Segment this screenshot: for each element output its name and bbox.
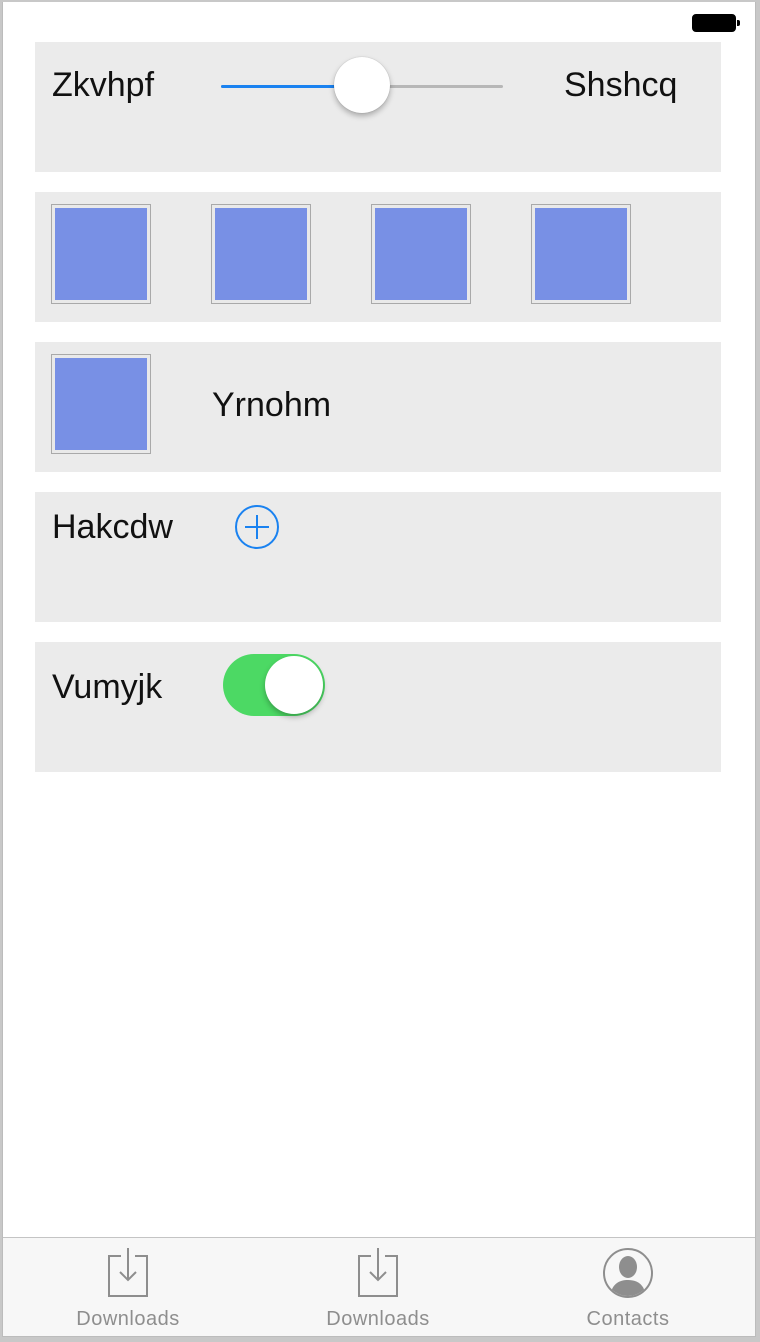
image-tiles-card bbox=[35, 192, 721, 322]
image-tile[interactable] bbox=[51, 354, 151, 454]
toggle-knob bbox=[265, 656, 323, 714]
add-card: Hakcdw bbox=[35, 492, 721, 622]
downloads-icon bbox=[108, 1248, 148, 1297]
contacts-icon bbox=[603, 1248, 653, 1298]
tab-downloads-2[interactable]: Downloads bbox=[253, 1238, 503, 1336]
toggle-switch[interactable] bbox=[223, 654, 325, 716]
slider-min-label: Zkvhpf bbox=[52, 66, 155, 104]
add-row-label: Hakcdw bbox=[52, 508, 173, 546]
tab-contacts[interactable]: Contacts bbox=[503, 1238, 753, 1336]
image-placeholder bbox=[55, 208, 147, 300]
tab-bar: Downloads Downloads Contacts bbox=[3, 1237, 755, 1336]
image-placeholder bbox=[535, 208, 627, 300]
image-row-label: Yrnohm bbox=[212, 386, 332, 424]
tab-label: Downloads bbox=[76, 1308, 180, 1330]
image-placeholder bbox=[375, 208, 467, 300]
slider-card: Zkvhpf Shshcq bbox=[35, 42, 721, 172]
slider-max-label: Shshcq bbox=[564, 66, 678, 104]
add-circle-icon[interactable] bbox=[235, 505, 279, 549]
battery-icon bbox=[692, 14, 740, 32]
phone-screen: Zkvhpf Shshcq Yrnohm Hakcdw Vumyjk Downl… bbox=[2, 2, 756, 1337]
downloads-icon bbox=[358, 1248, 398, 1297]
tab-label: Contacts bbox=[586, 1308, 670, 1330]
image-tile[interactable] bbox=[51, 204, 151, 304]
tab-downloads[interactable]: Downloads bbox=[3, 1238, 253, 1336]
image-tile[interactable] bbox=[371, 204, 471, 304]
image-placeholder bbox=[55, 358, 147, 450]
image-placeholder bbox=[215, 208, 307, 300]
image-label-card: Yrnohm bbox=[35, 342, 721, 472]
image-tile[interactable] bbox=[211, 204, 311, 304]
slider-thumb[interactable] bbox=[334, 57, 390, 113]
tab-label: Downloads bbox=[326, 1308, 430, 1330]
toggle-row-label: Vumyjk bbox=[52, 668, 163, 706]
image-tile[interactable] bbox=[531, 204, 631, 304]
toggle-card: Vumyjk bbox=[35, 642, 721, 772]
